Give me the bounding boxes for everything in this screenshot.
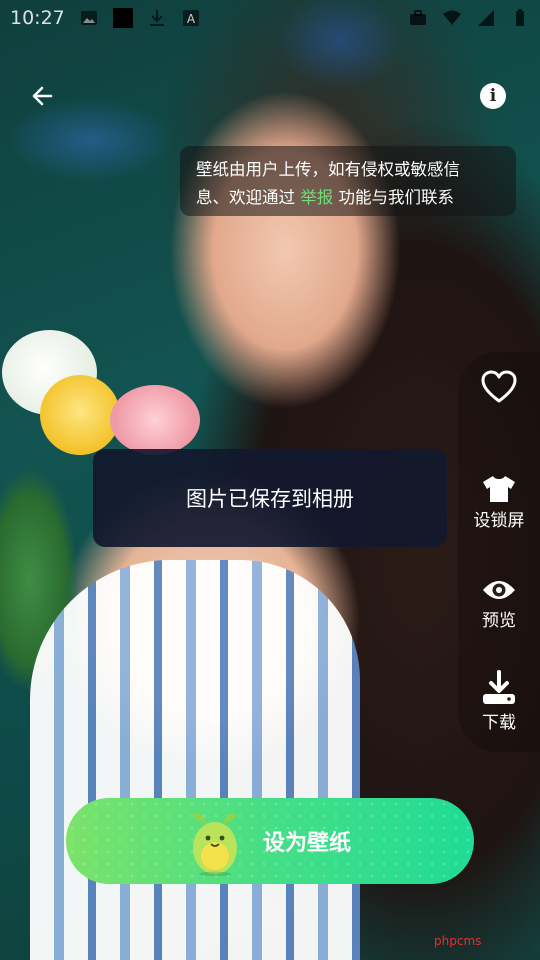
signal-icon [478,10,494,26]
status-time: 10:27 [10,7,65,29]
wifi-icon [443,10,461,25]
font-a-icon: A [182,10,199,26]
set-wallpaper-button[interactable]: 设为壁纸 [66,798,474,884]
notice-line-1: 壁纸由用户上传，如有侵权或敏感信 [196,160,460,179]
report-link[interactable]: 举报 [300,188,333,207]
download-button[interactable]: 下载 [464,670,534,733]
tshirt-icon [483,476,515,502]
set-wallpaper-label: 设为壁纸 [262,831,351,856]
dress [30,560,360,960]
favorite-button[interactable] [464,370,534,404]
pink-flower [110,385,200,455]
status-bar: 10:27 A [0,0,540,36]
eye-icon [483,581,515,599]
battery-icon [516,9,524,26]
download-icon [149,10,164,26]
preview-label: 预览 [482,611,516,631]
briefcase-icon [410,10,426,25]
yellow-flower [40,375,120,455]
set-lockscreen-label: 设锁屏 [473,511,525,531]
toast-text: 图片已保存到相册 [186,487,354,511]
image-icon [80,11,97,25]
set-lockscreen-button[interactable]: 设锁屏 [464,474,534,531]
saved-toast: 图片已保存到相册 [93,449,447,547]
download-label: 下载 [482,713,516,733]
preview-button[interactable]: 预览 [464,576,534,631]
watermark: phpcms [434,934,482,948]
svg-text:A: A [187,12,196,26]
download-icon [483,670,515,704]
app-square-icon [112,8,133,28]
info-icon: i [489,86,497,106]
notice-line-2: 息、欢迎通过 举报 功能与我们联系 [196,184,516,212]
notice-suffix: 功能与我们联系 [333,188,454,207]
back-button[interactable] [26,80,58,112]
avocado-mascot-icon [192,812,237,876]
info-button[interactable]: i [480,83,506,109]
copyright-notice: 壁纸由用户上传，如有侵权或敏感信 息、欢迎通过 举报 功能与我们联系 [180,146,516,216]
notice-prefix: 息、欢迎通过 [196,188,301,207]
arrow-left-icon [32,86,53,106]
heart-icon [481,370,517,403]
